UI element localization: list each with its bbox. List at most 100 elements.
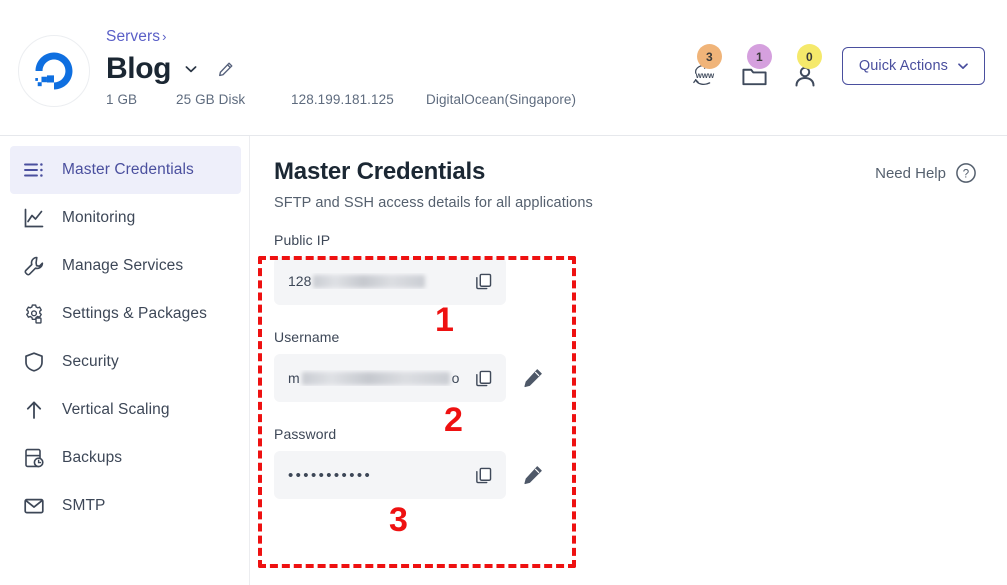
svg-text:?: ? bbox=[963, 168, 969, 180]
need-help-label: Need Help bbox=[875, 164, 946, 182]
chart-line-glyph bbox=[24, 208, 44, 228]
spec-ram: 1 GB bbox=[106, 92, 138, 107]
username-value: m o bbox=[288, 370, 470, 386]
page-body: Master Credentials Monitoring Manage Ser… bbox=[0, 136, 1007, 585]
sidebar-item-label: SMTP bbox=[62, 497, 106, 514]
wrench-icon bbox=[22, 254, 46, 278]
sidebar-item-label: Backups bbox=[62, 449, 123, 466]
chevron-down-icon bbox=[958, 63, 968, 69]
chart-line-icon bbox=[22, 206, 46, 230]
users-icon[interactable]: 0 bbox=[780, 44, 830, 88]
applications-count-badge: 1 bbox=[746, 44, 772, 69]
sidebar-item-master-credentials[interactable]: Master Credentials bbox=[10, 146, 241, 194]
username-value-prefix: m bbox=[288, 370, 300, 386]
username-field-block: Username m o bbox=[274, 329, 1007, 402]
pencil-glyph bbox=[218, 62, 233, 76]
gear-icon bbox=[22, 302, 46, 326]
edit-server-name-pencil-icon[interactable] bbox=[215, 59, 235, 79]
envelope-glyph bbox=[24, 498, 44, 514]
copy-username-icon[interactable] bbox=[470, 365, 496, 391]
svg-text:www: www bbox=[695, 71, 715, 80]
password-field-block: Password ••••••••••• bbox=[274, 426, 1007, 499]
server-title-row: Blog bbox=[106, 51, 576, 87]
sidebar-item-manage-services[interactable]: Manage Services bbox=[0, 242, 249, 290]
password-value: ••••••••••• bbox=[288, 467, 470, 484]
public-ip-label: Public IP bbox=[274, 232, 331, 248]
credentials-list-glyph bbox=[24, 163, 43, 177]
websites-www-icon[interactable]: www 3 bbox=[680, 44, 730, 88]
copy-glyph bbox=[475, 467, 491, 483]
need-help-button[interactable]: Need Help ? bbox=[875, 162, 977, 184]
breadcrumb-servers[interactable]: Servers › bbox=[106, 27, 576, 47]
question-circle-icon: ? bbox=[956, 163, 976, 183]
sidebar-item-label: Manage Services bbox=[62, 257, 184, 274]
users-count-badge: 0 bbox=[796, 44, 822, 69]
spec-provider: DigitalOcean(Singapore) bbox=[426, 92, 577, 107]
chevron-down-glyph bbox=[185, 66, 197, 73]
app-root: Servers › Blog 1 GB 25 GB Disk 128.199.1… bbox=[0, 0, 1007, 585]
page-title: Master Credentials bbox=[274, 158, 486, 185]
pencil-glyph bbox=[524, 466, 542, 485]
copy-glyph bbox=[475, 370, 491, 386]
sidebar-item-monitoring[interactable]: Monitoring bbox=[0, 194, 249, 242]
chevron-down-icon[interactable] bbox=[181, 59, 201, 79]
digitalocean-logo-icon bbox=[35, 52, 73, 90]
public-ip-value-redacted bbox=[313, 274, 426, 288]
public-ip-row: 128 bbox=[274, 257, 1007, 305]
password-masked-value: ••••••••••• bbox=[288, 466, 373, 484]
quick-actions-label: Quick Actions bbox=[858, 58, 948, 74]
quick-actions-button[interactable]: Quick Actions bbox=[841, 47, 985, 85]
server-specs: 1 GB 25 GB Disk 128.199.181.125 DigitalO… bbox=[106, 92, 576, 107]
sidebar-item-backups[interactable]: Backups bbox=[0, 434, 249, 482]
sidebar-item-settings-packages[interactable]: Settings & Packages bbox=[0, 290, 249, 338]
sidebar-item-security[interactable]: Security bbox=[0, 338, 249, 386]
wrench-glyph bbox=[24, 256, 44, 276]
breadcrumb-chevron-icon: › bbox=[162, 29, 167, 44]
credentials-list-icon bbox=[22, 158, 46, 182]
digitalocean-logo bbox=[18, 35, 90, 107]
shield-glyph bbox=[25, 352, 43, 372]
envelope-icon bbox=[22, 494, 46, 518]
main-content: Master Credentials SFTP and SSH access d… bbox=[250, 136, 1007, 585]
backup-glyph bbox=[25, 448, 44, 468]
edit-username-pencil-icon[interactable] bbox=[520, 365, 546, 391]
username-row: m o bbox=[274, 354, 1007, 402]
sidebar-item-label: Master Credentials bbox=[62, 161, 194, 178]
breadcrumb-label: Servers bbox=[106, 28, 161, 45]
password-field[interactable]: ••••••••••• bbox=[274, 451, 506, 499]
copy-password-icon[interactable] bbox=[470, 462, 496, 488]
copy-glyph bbox=[475, 273, 491, 289]
copy-public-ip-icon[interactable] bbox=[470, 268, 496, 294]
public-ip-value-prefix: 128 bbox=[288, 273, 312, 289]
sidebar-item-label: Monitoring bbox=[62, 209, 136, 226]
arrow-up-icon bbox=[22, 398, 46, 422]
username-value-redacted bbox=[301, 371, 450, 385]
edit-password-pencil-icon[interactable] bbox=[520, 462, 546, 488]
public-ip-field-block: Public IP 128 bbox=[274, 232, 1007, 305]
public-ip-field[interactable]: 128 bbox=[274, 257, 506, 305]
shield-icon bbox=[22, 350, 46, 374]
gear-glyph bbox=[26, 304, 42, 324]
credentials-fields: Public IP 128 Username m o Password ••••… bbox=[274, 232, 1007, 499]
password-row: ••••••••••• bbox=[274, 451, 1007, 499]
username-field[interactable]: m o bbox=[274, 354, 506, 402]
page-subtitle: SFTP and SSH access details for all appl… bbox=[274, 195, 593, 211]
sidebar-item-label: Security bbox=[62, 353, 119, 370]
sidebar-item-vertical-scaling[interactable]: Vertical Scaling bbox=[0, 386, 249, 434]
username-value-suffix: o bbox=[451, 370, 460, 386]
page-header: Servers › Blog 1 GB 25 GB Disk 128.199.1… bbox=[0, 0, 1007, 136]
pencil-glyph bbox=[524, 369, 542, 388]
sidebar-item-smtp[interactable]: SMTP bbox=[0, 482, 249, 530]
sidebar-item-label: Vertical Scaling bbox=[62, 401, 170, 418]
header-actions: www 3 1 0 Quick Actions bbox=[680, 44, 985, 88]
spec-ip: 128.199.181.125 bbox=[291, 92, 394, 107]
password-label: Password bbox=[274, 426, 337, 442]
public-ip-value: 128 bbox=[288, 273, 470, 289]
backup-icon bbox=[22, 446, 46, 470]
sidebar-item-label: Settings & Packages bbox=[62, 305, 207, 322]
page-title-server-name: Blog bbox=[106, 52, 172, 85]
applications-folder-icon[interactable]: 1 bbox=[730, 44, 780, 88]
username-label: Username bbox=[274, 329, 340, 345]
server-meta: Servers › Blog 1 GB 25 GB Disk 128.199.1… bbox=[106, 27, 576, 107]
spec-disk: 25 GB Disk bbox=[176, 92, 246, 107]
